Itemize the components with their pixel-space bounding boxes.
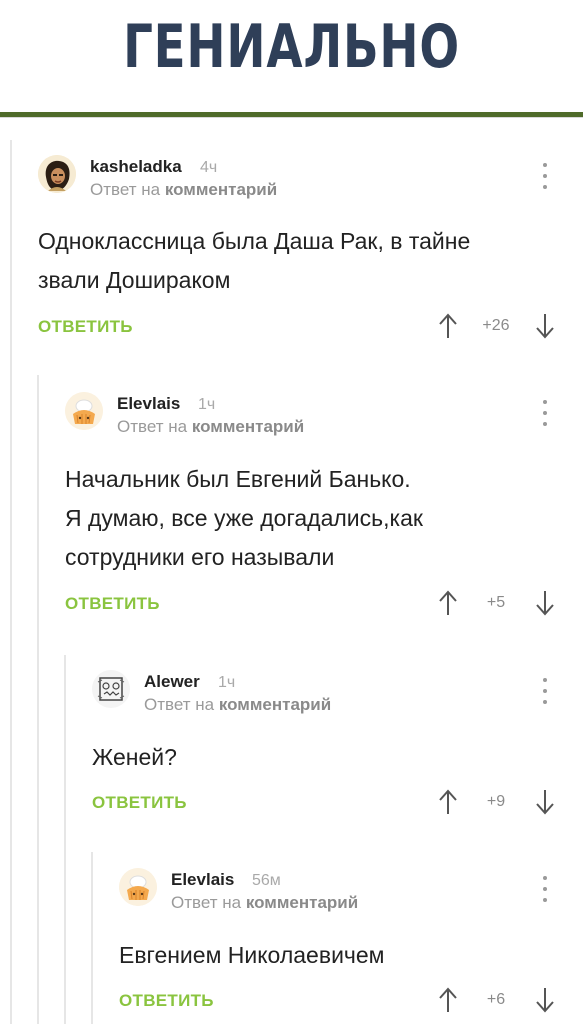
reply-to-line: Ответ на комментарий: [171, 893, 358, 913]
vote-score: +5: [486, 594, 506, 611]
comment-time: 4ч: [200, 159, 218, 176]
reply-to-line: Ответ на комментарий: [90, 180, 277, 200]
reply-to-link[interactable]: комментарий: [192, 417, 304, 436]
reply-button[interactable]: ОТВЕТИТЬ: [92, 793, 187, 813]
comment-author[interactable]: Elevlais: [171, 870, 234, 890]
thread-line-level-3: [64, 655, 66, 1024]
thread-line-level-1: [10, 140, 12, 1024]
reply-to-link[interactable]: комментарий: [219, 695, 331, 714]
downvote-arrow-icon[interactable]: [535, 590, 555, 616]
comment-text-line: звали Дошираком: [38, 267, 231, 293]
upvote-arrow-icon[interactable]: [438, 987, 458, 1013]
comment-author[interactable]: kasheladka: [90, 157, 182, 177]
comment-text: Евгением Николаевичем: [119, 936, 385, 975]
comment-time: 1ч: [198, 396, 216, 413]
reply-button[interactable]: ОТВЕТИТЬ: [38, 317, 133, 337]
upvote-arrow-icon[interactable]: [438, 313, 458, 339]
upvote-arrow-icon[interactable]: [438, 590, 458, 616]
comment-text: Одноклассница была Даша Рак, в тайне зва…: [38, 222, 470, 300]
downvote-arrow-icon[interactable]: [535, 789, 555, 815]
comment-menu-icon[interactable]: [540, 163, 550, 189]
page-header: ГЕНИАЛЬНО: [0, 0, 583, 118]
comment-text-line: Я думаю, все уже догадались,как: [65, 505, 423, 531]
thread-line-level-2: [37, 375, 39, 1024]
downvote-arrow-icon[interactable]: [535, 313, 555, 339]
comment-text-line: Одноклассница была Даша Рак, в тайне: [38, 228, 471, 254]
reply-to-line: Ответ на комментарий: [117, 417, 304, 437]
page-title: ГЕНИАЛЬНО: [123, 12, 460, 82]
vote-score: +6: [486, 991, 506, 1008]
comment-text-line: Начальник был Евгений Банько.: [65, 466, 411, 492]
downvote-arrow-icon[interactable]: [535, 987, 555, 1013]
comment-3: Alewer 1ч Ответ на комментарий Женей? ОТ…: [92, 670, 563, 820]
vote-score: +26: [482, 317, 510, 334]
sketch-avatar-icon[interactable]: [92, 670, 130, 708]
comment-text-line: Евгением Николаевичем: [119, 942, 385, 968]
comment-author[interactable]: Elevlais: [117, 394, 180, 414]
thread-line-level-4: [91, 852, 93, 1024]
woman-avatar-icon[interactable]: [38, 155, 76, 193]
comment-time: 56м: [252, 872, 281, 889]
reply-to-prefix: Ответ на: [90, 180, 165, 199]
vote-score: +9: [486, 793, 506, 810]
cupcake-avatar-icon[interactable]: [119, 868, 157, 906]
reply-to-prefix: Ответ на: [171, 893, 246, 912]
comment-time: 1ч: [218, 674, 236, 691]
comment-author[interactable]: Alewer: [144, 672, 200, 692]
comment-menu-icon[interactable]: [540, 400, 550, 426]
comment-1: kasheladka 4ч Ответ на комментарий Однок…: [38, 155, 563, 345]
comment-text: Начальник был Евгений Банько. Я думаю, в…: [65, 460, 423, 577]
cupcake-avatar-icon[interactable]: [65, 392, 103, 430]
comment-4: Elevlais 56м Ответ на комментарий Евгени…: [119, 868, 563, 1018]
reply-to-line: Ответ на комментарий: [144, 695, 331, 715]
comment-menu-icon[interactable]: [540, 678, 550, 704]
comment-menu-icon[interactable]: [540, 876, 550, 902]
reply-to-prefix: Ответ на: [144, 695, 219, 714]
comment-text: Женей?: [92, 738, 177, 777]
comment-2: Elevlais 1ч Ответ на комментарий Начальн…: [65, 392, 563, 622]
reply-button[interactable]: ОТВЕТИТЬ: [119, 991, 214, 1011]
comment-text-line: Женей?: [92, 744, 177, 770]
reply-button[interactable]: ОТВЕТИТЬ: [65, 594, 160, 614]
header-divider-shadow: [0, 117, 583, 118]
reply-to-link[interactable]: комментарий: [246, 893, 358, 912]
comment-text-line: сотрудники его называли: [65, 544, 335, 570]
reply-to-link[interactable]: комментарий: [165, 180, 277, 199]
upvote-arrow-icon[interactable]: [438, 789, 458, 815]
reply-to-prefix: Ответ на: [117, 417, 192, 436]
